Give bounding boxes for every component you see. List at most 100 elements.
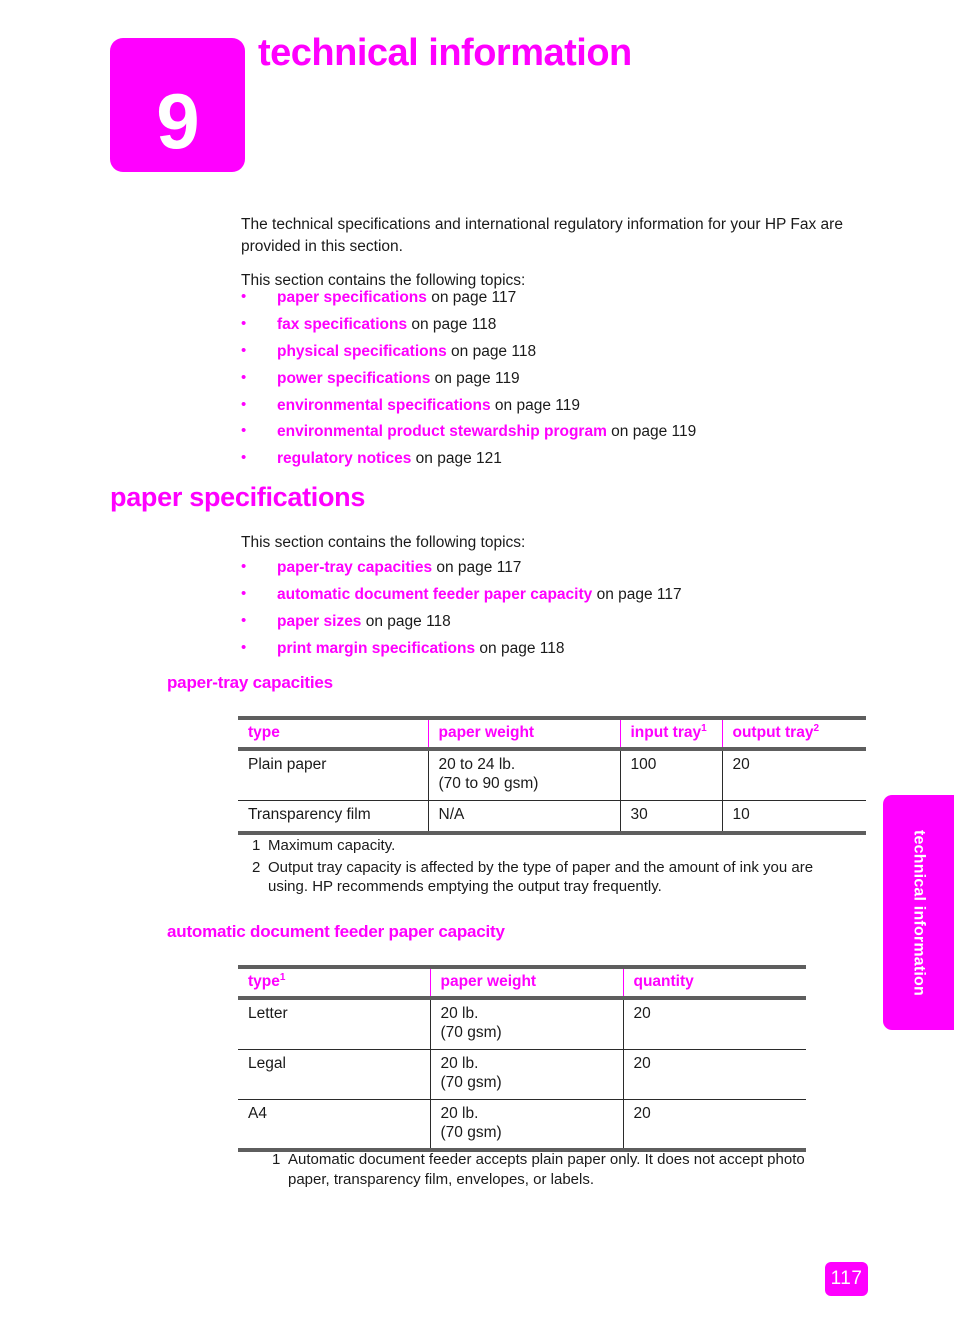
section-topic-item-0: • paper-tray capacities on page 117 [241,558,901,577]
cell-type: Letter [238,998,430,1050]
table-row: Legal 20 lb. (70 gsm) 20 [238,1049,806,1100]
bullet-dot-icon: • [241,611,247,629]
bullet-dot-icon: • [241,584,247,602]
intro-paragraph-1: The technical specifications and interna… [241,216,843,255]
chapter-number: 9 [156,77,199,165]
topic-link[interactable]: print margin specifications [277,640,475,657]
page-title: technical information [258,32,632,74]
topic-page-reference: on page 121 [411,450,502,468]
bullet-dot-icon: • [241,288,247,305]
column-header-type: type1 [238,965,430,1000]
topic-link[interactable]: regulatory notices [277,450,411,467]
adf-footnote-0: 1 Automatic document feeder accepts plain… [272,1150,832,1189]
footnote-text: Output tray capacity is affected by the … [268,858,814,896]
side-tab-label: technical information [910,829,928,996]
topic-page-reference: on page 118 [361,612,451,630]
column-header-input-tray: input tray1 [619,716,722,751]
topic-page-reference: on page 118 [407,315,497,333]
header-superscript: 1 [279,971,286,983]
footnote-text: Automatic document feeder accepts plain … [288,1151,805,1188]
cell-quantity: 20 [622,998,806,1050]
topic-link[interactable]: paper specifications [277,289,427,306]
chapter-topic-item-3: • power specifications on page 119 [241,369,901,388]
topic-page-reference: on page 117 [426,289,517,306]
topic-link[interactable]: power specifications [277,370,430,387]
topic-link[interactable]: environmental specifications [277,397,491,414]
topic-link[interactable]: automatic document feeder paper capacity [277,586,592,603]
side-tab-technical-information: technical information [883,795,954,1030]
subheading-paper-tray-capacities: paper-tray capacities [167,673,333,692]
topic-link[interactable]: paper sizes [277,613,361,630]
chapter-topic-list: • paper specifications on page 117 • fax sp… [241,288,901,476]
cell-type: Plain paper [238,749,428,801]
table-row: A4 20 lb. (70 gsm) 20 [238,1099,806,1153]
paper-tray-footnote-0: 1 Maximum capacity. [252,836,852,856]
footnote-number: 2 [252,858,261,876]
chapter-topic-item-2: • physical specifications on page 118 [241,342,901,361]
table-row: Plain paper 20 to 24 lb. (70 to 90 gsm) … [238,749,866,801]
column-header-paper-weight: paper weight [429,965,623,1000]
cell-paper-weight: N/A [427,800,620,835]
table-row: Transparency film N/A 30 10 [238,800,866,835]
cell-input-tray: 30 [619,800,722,835]
footnote-number: 1 [252,837,261,854]
bullet-dot-icon: • [241,341,247,359]
topic-page-reference: on page 119 [490,396,580,414]
paper-tray-footnote-1: 2 Output tray capacity is affected by the… [252,858,852,897]
bullet-dot-icon: • [241,422,247,440]
chapter-topic-item-0: • paper specifications on page 117 [241,288,901,307]
table-header-row: type paper weight input tray1 output tra… [238,716,866,751]
topic-link[interactable]: physical specifications [277,343,447,360]
cell-paper-weight: 20 lb. (70 gsm) [429,1099,623,1153]
column-header-paper-weight: paper weight [427,716,620,751]
chapter-topic-item-5: • environmental product stewardship progr… [241,422,901,441]
topic-link[interactable]: environmental product stewardship progra… [277,423,607,440]
section-lead: This section contains the following topi… [241,534,526,551]
topic-link[interactable]: paper-tray capacities [277,559,432,576]
section-heading-paper-specifications: paper specifications [110,482,366,512]
chapter-topic-item-1: • fax specifications on page 118 [241,315,901,334]
column-header-quantity: quantity [622,965,806,1000]
column-header-type: type [238,716,428,751]
chapter-number-box: 9 [110,38,245,172]
chapter-topic-item-4: • environmental specifications on page 11… [241,396,901,415]
section-topic-item-2: • paper sizes on page 118 [241,612,901,631]
table-row: Letter 20 lb. (70 gsm) 20 [238,998,806,1050]
table-header-row: type1 paper weight quantity [238,965,806,1000]
bullet-dot-icon: • [241,368,247,386]
cell-paper-weight: 20 lb. (70 gsm) [429,998,623,1050]
header-superscript: 1 [701,722,707,734]
cell-quantity: 20 [622,1099,806,1153]
cell-paper-weight: 20 lb. (70 gsm) [429,1049,623,1100]
subheading-adf-paper-capacity: automatic document feeder paper capacity [167,922,505,941]
bullet-dot-icon: • [241,638,247,656]
page-number: 117 [830,1268,863,1289]
section-topic-list: • paper-tray capacities on page 117 • autom… [241,558,901,666]
topic-page-reference: on page 117 [592,585,682,603]
footnote-number: 1 [272,1151,281,1168]
header-superscript: 2 [813,722,819,734]
cell-input-tray: 100 [619,749,722,801]
topic-page-reference: on page 119 [430,369,520,387]
cell-type: Legal [238,1049,430,1100]
bullet-dot-icon: • [241,314,247,332]
page-number-badge: 117 [825,1262,868,1296]
cell-type: Transparency film [238,800,428,835]
topic-page-reference: on page 119 [606,423,697,441]
topic-page-reference: on page 118 [446,342,537,360]
topic-link[interactable]: fax specifications [277,316,407,333]
bullet-dot-icon: • [241,395,247,413]
footnote-text: Maximum capacity. [268,837,396,854]
adf-footnotes: 1 Automatic document feeder accepts plain… [272,1150,832,1191]
section-topic-item-1: • automatic document feeder paper capacit… [241,585,901,604]
paper-tray-footnotes: 1 Maximum capacity. 2 Output tray capacity … [252,836,852,899]
topic-page-reference: on page 117 [432,559,522,576]
topic-page-reference: on page 118 [475,639,565,657]
bullet-dot-icon: • [241,449,247,467]
section-topic-item-3: • print margin specifications on page 118 [241,639,901,658]
cell-paper-weight: 20 to 24 lb. (70 to 90 gsm) [427,749,620,801]
cell-quantity: 20 [622,1049,806,1100]
column-header-output-tray: output tray2 [721,716,866,751]
cell-output-tray: 10 [721,800,866,835]
adf-paper-capacity-table: type1 paper weight quantity Letter 20 lb… [238,965,806,1153]
